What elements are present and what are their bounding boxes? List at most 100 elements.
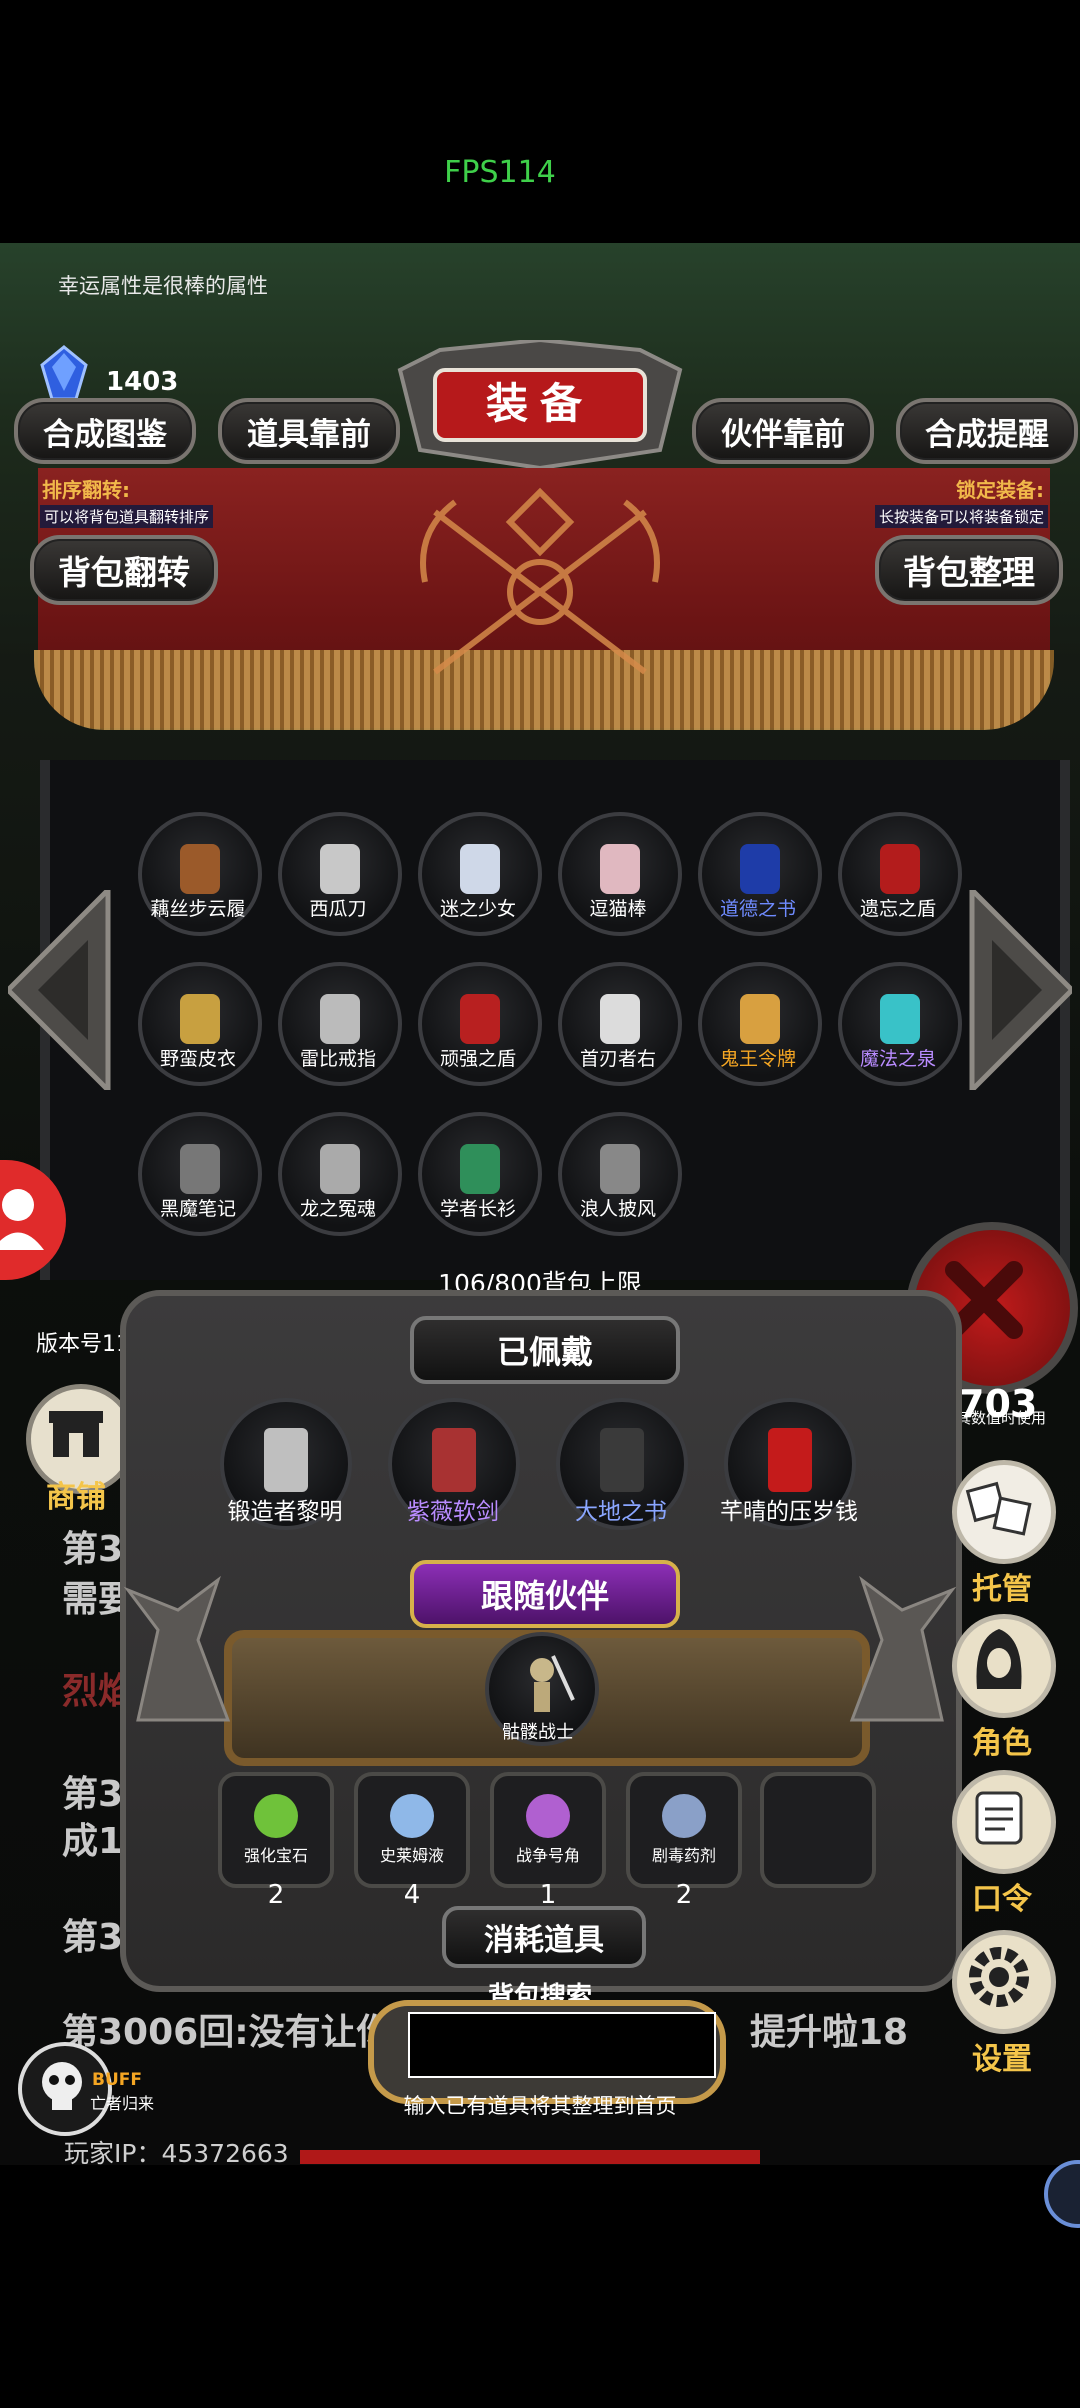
inventory-item[interactable]: 野蛮皮衣	[138, 962, 262, 1086]
consumables-title: 消耗道具	[442, 1906, 646, 1968]
inventory-item-label: 逗猫棒	[589, 898, 647, 920]
code-menu-item[interactable]: 口令	[952, 1770, 1056, 1918]
lock-title: 锁定装备:	[956, 478, 1044, 502]
shop-label: 商铺	[46, 1480, 106, 1515]
fps-counter: FPS114	[444, 155, 556, 190]
equipped-item-label: 大地之书	[575, 1499, 667, 1525]
consumable-label: 战争号角	[515, 1846, 580, 1865]
buff-sub: 亡者归来	[90, 2094, 155, 2113]
inventory-item[interactable]: 迷之少女	[418, 812, 542, 936]
crossed-swords-crest-icon	[395, 472, 685, 702]
equipped-item[interactable]: 大地之书	[556, 1398, 706, 1530]
tab-synthesis-guide[interactable]: 合成图鉴	[14, 398, 196, 464]
inventory-item[interactable]: 黑魔笔记	[138, 1112, 262, 1236]
buff-label: BUFF	[92, 2070, 142, 2090]
inventory-item[interactable]: 浪人披风	[558, 1112, 682, 1236]
companion-name: 骷髅战士	[502, 1722, 574, 1743]
inventory-item-label: 西瓜刀	[309, 898, 367, 920]
next-page-arrow-icon[interactable]	[962, 883, 1076, 1097]
search-input[interactable]	[408, 2012, 716, 2078]
inventory-item-label: 黑魔笔记	[159, 1198, 236, 1220]
inventory-item-label: 魔法之泉	[859, 1048, 936, 1070]
health-bar	[300, 2150, 760, 2164]
inventory-item[interactable]: 西瓜刀	[278, 812, 402, 936]
consumable-count: 2	[675, 1880, 693, 1910]
version-label: 版本号11	[36, 1332, 130, 1357]
equipped-item[interactable]: 芊晴的压岁钱	[720, 1398, 874, 1530]
inventory-item-label: 首刃者右	[579, 1048, 656, 1070]
inventory-item[interactable]: 道德之书	[698, 812, 822, 936]
companion-title: 跟随伙伴	[410, 1560, 680, 1628]
inventory-item[interactable]: 逗猫棒	[558, 812, 682, 936]
tidy-bag-button[interactable]: 背包整理	[875, 535, 1063, 605]
inventory-item[interactable]: 鬼王令牌	[698, 962, 822, 1086]
consumable-label: 史莱姆液	[379, 1846, 444, 1865]
tab-companions-first[interactable]: 伙伴靠前	[692, 398, 874, 464]
inventory-item-label: 鬼王令牌	[719, 1048, 796, 1070]
hint-text: 幸运属性是很棒的属性	[58, 274, 268, 298]
inventory-item-label: 藕丝步云履	[150, 898, 246, 920]
gear-icon	[952, 1930, 1056, 2034]
sort-desc: 可以将背包道具翻转排序	[40, 505, 214, 528]
inventory-item[interactable]: 首刃者右	[558, 962, 682, 1086]
hooded-figure-icon	[952, 1614, 1056, 1718]
inventory-item-label: 龙之冤魂	[299, 1198, 376, 1220]
scroll-icon	[952, 1770, 1056, 1874]
inventory-item-label: 学者长衫	[439, 1198, 516, 1220]
consumable-slot[interactable]: 强化宝石 2	[218, 1772, 334, 1910]
prev-page-arrow-icon[interactable]	[4, 883, 118, 1097]
gem-icon	[36, 345, 92, 401]
equipped-title: 已佩戴	[410, 1316, 680, 1384]
search-hint: 输入已有道具将其整理到首页	[403, 2094, 677, 2118]
empty-consumable-slot[interactable]	[760, 1772, 876, 1888]
right-note: 其数值时使用	[956, 1409, 1047, 1427]
consumable-count: 4	[403, 1880, 421, 1910]
consumable-label: 强化宝石	[243, 1846, 308, 1865]
inventory-item-label: 顽强之盾	[439, 1048, 516, 1070]
dice-icon	[952, 1460, 1056, 1564]
skull-icon	[42, 2062, 82, 2110]
equipped-item[interactable]: 锻造者黎明	[220, 1398, 370, 1530]
role-menu-item[interactable]: 角色	[952, 1614, 1056, 1762]
log-line: 第3	[62, 1917, 124, 1958]
manage-label: 托管	[972, 1572, 1032, 1607]
inventory-item[interactable]: 顽强之盾	[418, 962, 542, 1086]
shop-icon	[49, 1411, 103, 1457]
consumable-count: 2	[267, 1880, 285, 1910]
equipped-row: 锻造者黎明 紫薇软剑 大地之书 芊晴的压岁钱	[220, 1398, 900, 1538]
flip-bag-button[interactable]: 背包翻转	[30, 535, 218, 605]
inventory-item[interactable]: 遗忘之盾	[838, 812, 962, 936]
inventory-item[interactable]: 藕丝步云履	[138, 812, 262, 936]
inventory-item[interactable]: 学者长衫	[418, 1112, 542, 1236]
equipped-item-label: 紫薇软剑	[407, 1499, 499, 1525]
equipped-item[interactable]: 紫薇软剑	[388, 1398, 538, 1530]
consumable-slot[interactable]: 史莱姆液 4	[354, 1772, 470, 1910]
gem-count: 1403	[106, 367, 179, 397]
tab-items-first[interactable]: 道具靠前	[218, 398, 400, 464]
tab-synthesis-reminder[interactable]: 合成提醒	[896, 398, 1078, 464]
inventory-item[interactable]: 龙之冤魂	[278, 1112, 402, 1236]
lock-desc: 长按装备可以将装备锁定	[874, 505, 1048, 528]
dragon-statue-icon	[842, 1570, 962, 1730]
inventory-item-label: 道德之书	[719, 898, 796, 920]
inventory-item[interactable]: 魔法之泉	[838, 962, 962, 1086]
consumable-slot[interactable]: 剧毒药剂 2	[626, 1772, 742, 1910]
role-label: 角色	[972, 1726, 1032, 1761]
inventory-grid: 藕丝步云履 西瓜刀 迷之少女 逗猫棒 道德之书 遗忘之盾野蛮皮衣 雷比戒指 顽强之盾 首刃者右 鬼…	[138, 812, 962, 1236]
inventory-item-label: 迷之少女	[439, 898, 516, 920]
equipped-item-label: 锻造者黎明	[227, 1499, 343, 1525]
manage-menu-item[interactable]: 托管	[952, 1460, 1056, 1608]
inventory-item-label: 野蛮皮衣	[159, 1048, 236, 1070]
consumable-label: 剧毒药剂	[651, 1846, 716, 1865]
player-ip: 玩家IP：45372663	[64, 2139, 289, 2168]
log-line: 第3	[62, 1529, 124, 1570]
inventory-item[interactable]: 雷比戒指	[278, 962, 402, 1086]
floating-assist-button[interactable]	[1044, 2160, 1080, 2228]
inventory-item-label: 遗忘之盾	[859, 898, 936, 920]
player-avatar[interactable]	[0, 1160, 66, 1280]
code-label: 口令	[972, 1882, 1032, 1917]
equipped-item-label: 芊晴的压岁钱	[720, 1499, 858, 1525]
inventory-item-label: 雷比戒指	[299, 1048, 376, 1070]
consumable-slot[interactable]: 战争号角 1	[490, 1772, 606, 1910]
settings-menu-item[interactable]: 设置	[952, 1930, 1056, 2078]
